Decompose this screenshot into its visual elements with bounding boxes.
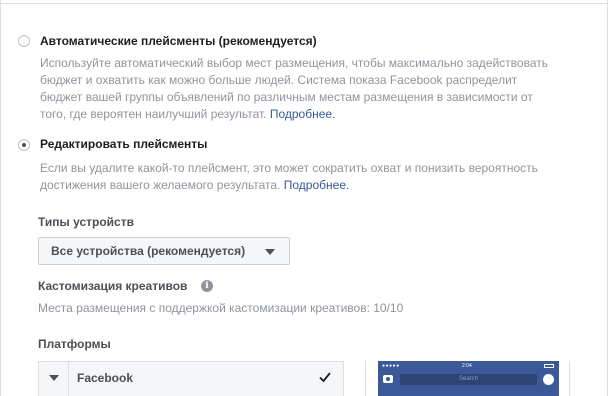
radio-edit-placements[interactable] [18,139,30,151]
radio-automatic-placements[interactable] [18,35,30,47]
platform-label: Facebook [77,371,134,385]
status-time: 2:04 [462,363,472,369]
top-divider [1,3,608,4]
device-types-dropdown[interactable]: Все устройства (рекомендуется) [38,237,290,265]
device-types-selected: Все устройства (рекомендуется) [51,244,246,258]
checkbox-checked-icon[interactable] [317,369,333,385]
device-types-label: Типы устройств [38,215,134,229]
signal-icon: ●●●●● [382,363,400,369]
facebook-app-header: ●●●●● 2:04 Search [378,361,559,396]
description-line: Если вы удалите какой-то плейсмент, это … [40,161,538,175]
caret-down-icon [265,249,275,255]
automatic-placements-description: Используйте автоматический выбор мест ра… [40,55,588,123]
battery-icon [544,364,554,368]
platform-row-facebook[interactable]: Facebook [38,361,344,396]
creative-customization-count: Места размещения с поддержкой кастомизац… [38,301,404,315]
description-line: Используйте автоматический выбор мест ра… [40,56,548,70]
edit-placements-title[interactable]: Редактировать плейсменты [40,137,207,151]
status-bar: ●●●●● 2:04 [378,362,559,370]
edit-placements-description: Если вы удалите какой-то плейсмент, это … [40,160,588,194]
messenger-icon [543,374,554,385]
description-line: бюджет вашей группы объявлений по различ… [40,90,533,104]
learn-more-link[interactable]: Подробнее. [284,178,350,192]
creative-customization-label: Кастомизация креативов [38,279,188,293]
description-line: того, где вероятен наилучший результат. … [40,106,588,123]
info-icon[interactable]: i [201,280,213,292]
learn-more-link[interactable]: Подробнее. [270,107,336,121]
description-line: бюджет и охватить как можно больше людей… [40,73,518,87]
placement-preview: ●●●●● 2:04 Search [365,361,570,396]
automatic-placements-title[interactable]: Автоматические плейсменты (рекомендуется… [40,34,317,48]
expand-caret-icon[interactable] [49,375,59,381]
platforms-label: Платформы [38,337,111,351]
description-text: достижения вашего желаемого результата. [40,178,281,192]
description-text: того, где вероятен наилучший результат. [40,107,267,121]
camera-icon [383,375,393,383]
row-divider [68,362,69,396]
description-line: достижения вашего желаемого результата. … [40,177,588,194]
preview-search-box: Search [400,374,537,385]
